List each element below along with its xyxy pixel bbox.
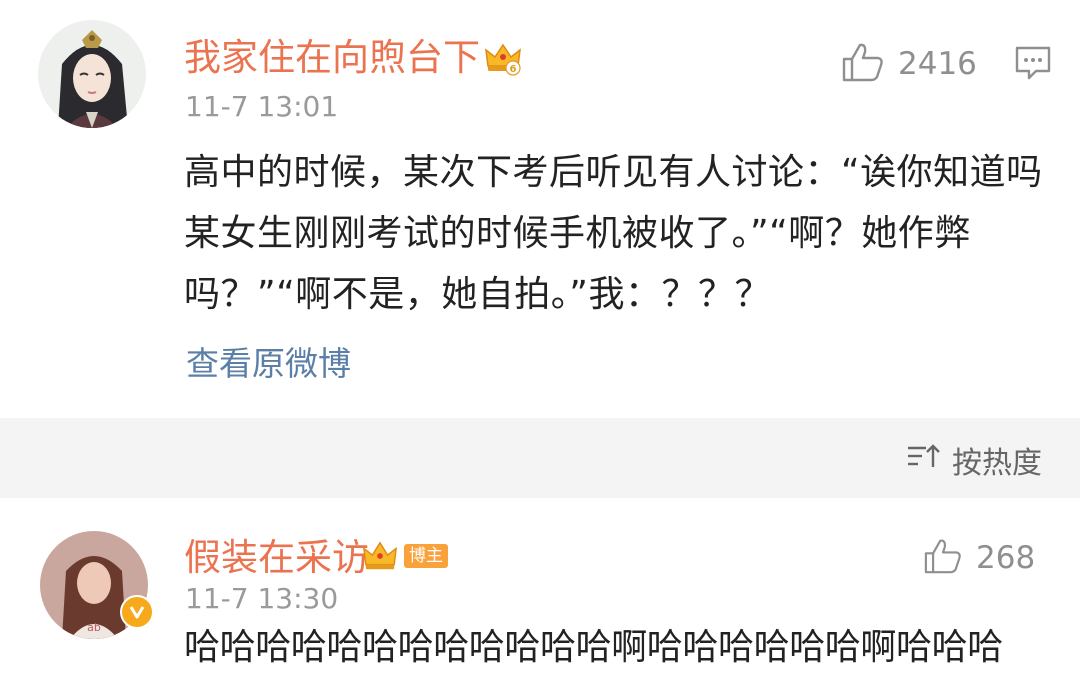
username[interactable]: 我家住在向煦台下: [184, 36, 480, 80]
reply-content: 哈哈哈哈哈哈哈哈哈哈哈哈啊哈哈哈哈哈哈啊哈哈哈: [184, 627, 1003, 668]
like-button[interactable]: 268: [924, 538, 1035, 578]
thumbs-up-icon: [924, 538, 962, 578]
sort-label: 按热度: [952, 446, 1042, 481]
crown-icon: [362, 538, 398, 578]
member-level-number: 6: [510, 64, 517, 75]
sort-bar: 按热度: [0, 418, 1080, 498]
svg-text:ab: ab: [87, 621, 101, 634]
main-post: 我家住在向煦台下 6 11-7 13:01 2416 高中的时候，某次下考后听见…: [0, 0, 1080, 418]
avatar[interactable]: [38, 20, 146, 128]
verified-icon: [120, 595, 154, 629]
username[interactable]: 假装在采访: [184, 536, 369, 580]
comment-icon[interactable]: [1014, 45, 1052, 85]
reply-comment: ab 假装在采访 博主 11-7 13:30 268 哈哈哈哈哈哈哈哈哈哈哈哈啊…: [0, 498, 1080, 698]
like-count: 268: [976, 540, 1036, 576]
view-original-link[interactable]: 查看原微博: [186, 342, 351, 386]
timestamp: 11-7 13:01: [185, 90, 339, 123]
like-button[interactable]: 2416: [842, 42, 977, 86]
like-count: 2416: [898, 46, 977, 82]
author-badge: 博主: [404, 544, 448, 568]
crown-icon: 6: [484, 40, 522, 82]
thumbs-up-icon: [842, 42, 884, 86]
sort-icon: [906, 442, 952, 478]
sort-by-hot-button[interactable]: 按热度: [906, 438, 1042, 482]
post-content: 高中的时候，某次下考后听见有人讨论：“诶你知道吗某女生刚刚考试的时候手机被收了。…: [184, 152, 1043, 315]
timestamp: 11-7 13:30: [185, 582, 339, 615]
